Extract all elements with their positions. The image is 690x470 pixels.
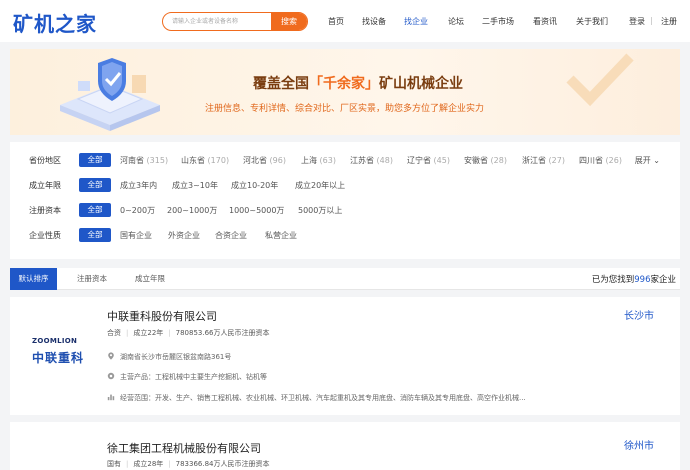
top-bar: 矿机之家 搜索 首页 找设备 找企业 论坛 二手市场 看资讯 关于我们 登录 |…: [0, 0, 690, 42]
filter-option[interactable]: 山东省 (170): [181, 155, 229, 166]
banner-title-pre: 覆盖全国: [253, 76, 309, 92]
sort-tabs: 默认排序 注册资本 成立年限 已为您找到996家企业: [10, 268, 680, 290]
search-button[interactable]: 搜索: [271, 13, 307, 30]
company-city: 徐州市: [624, 441, 654, 452]
filter-option[interactable]: 河北省 (96): [243, 155, 286, 166]
banner-subtitle: 注册信息、专利详情、综合对比、厂区实景，助您多方位了解企业实力: [205, 104, 485, 114]
company-card[interactable]: 徐工集团工程机械股份有限公司 徐州市 国有 | 成立28年 | 783366.84万人民…: [10, 422, 680, 470]
filter-option[interactable]: 上海 (63): [301, 155, 336, 166]
nav-home[interactable]: 首页: [328, 16, 344, 27]
nav-find-company[interactable]: 找企业: [404, 16, 428, 27]
company-name[interactable]: 徐工集团工程机械股份有限公司: [107, 440, 261, 456]
filter-option[interactable]: 成立3~10年: [172, 180, 218, 191]
filter-option[interactable]: 私营企业: [265, 230, 297, 241]
shield-illustration-icon: [60, 58, 160, 131]
register-link[interactable]: 注册: [661, 16, 677, 27]
filter-option[interactable]: 成立20年以上: [295, 180, 345, 191]
login-link[interactable]: 登录: [629, 16, 645, 27]
filter-option[interactable]: 安徽省 (28): [464, 155, 507, 166]
banner-title: 覆盖全国「千余家」矿山机械企业: [253, 73, 463, 93]
filter-option[interactable]: 200~1000万: [167, 205, 217, 216]
filter-label: 注册资本: [29, 206, 61, 215]
company-address: 湖南省长沙市岳麓区银盆南路361号: [107, 352, 231, 362]
site-logo[interactable]: 矿机之家: [13, 8, 97, 37]
company-products: 主营产品：工程机械中主要生产挖掘机、钻机等: [107, 372, 267, 382]
hero-banner: 覆盖全国「千余家」矿山机械企业 注册信息、专利详情、综合对比、厂区实景，助您多方…: [10, 49, 680, 135]
filter-row-years: 成立年限 全部 成立3年内 成立3~10年 成立10-20年 成立20年以上: [10, 177, 680, 193]
company-city: 长沙市: [624, 311, 654, 322]
filter-option[interactable]: 国有企业: [120, 230, 152, 241]
filter-option[interactable]: 辽宁省 (45): [407, 155, 450, 166]
tab-founded-years[interactable]: 成立年限: [128, 268, 172, 290]
result-count: 已为您找到996家企业: [591, 275, 676, 285]
nav-forum[interactable]: 论坛: [448, 16, 464, 27]
filter-option[interactable]: 成立3年内: [120, 180, 157, 191]
filter-label: 企业性质: [29, 231, 61, 240]
filter-all-button[interactable]: 全部: [79, 153, 111, 167]
company-scope: 经营范围：开发、生产、销售工程机械、农业机械、环卫机械、汽车起重机及其专用底盘、…: [107, 393, 526, 403]
filter-option[interactable]: 四川省 (26): [579, 155, 622, 166]
search-box: 搜索: [162, 12, 308, 31]
company-meta: 合资 | 成立22年 | 780853.66万人民币注册资本: [107, 329, 270, 337]
filter-option[interactable]: 河南省 (315): [120, 155, 168, 166]
company-name[interactable]: 中联重科股份有限公司: [107, 308, 217, 324]
filter-option[interactable]: 5000万以上: [298, 205, 342, 216]
filter-option[interactable]: 外资企业: [168, 230, 200, 241]
filter-panel: 省份地区 全部 河南省 (315) 山东省 (170) 河北省 (96) 上海 …: [10, 142, 680, 259]
company-card[interactable]: ZOOMLION 中联重科 中联重科股份有限公司 长沙市 合资 | 成立22年 | 78…: [10, 297, 680, 415]
tab-default-sort[interactable]: 默认排序: [10, 268, 57, 290]
nav-find-equipment[interactable]: 找设备: [362, 16, 386, 27]
banner-title-post: 矿山机械企业: [379, 76, 463, 92]
filter-label: 成立年限: [29, 181, 61, 190]
filter-option[interactable]: 合资企业: [215, 230, 247, 241]
location-pin-icon: [108, 352, 114, 360]
bar-chart-icon: [107, 394, 115, 401]
tab-registered-capital[interactable]: 注册资本: [70, 268, 114, 290]
filter-option[interactable]: 0~200万: [120, 205, 155, 216]
nav-about[interactable]: 关于我们: [576, 16, 608, 27]
filter-row-capital: 注册资本 全部 0~200万 200~1000万 1000~5000万 5000…: [10, 202, 680, 218]
nav-second-hand[interactable]: 二手市场: [482, 16, 514, 27]
banner-title-highlight: 「千余家」: [309, 76, 379, 92]
filter-option[interactable]: 成立10-20年: [231, 180, 278, 191]
filter-all-button[interactable]: 全部: [79, 228, 111, 242]
filter-option[interactable]: 浙江省 (27): [522, 155, 565, 166]
company-meta: 国有 | 成立28年 | 783366.84万人民币注册资本: [107, 460, 270, 468]
filter-label: 省份地区: [29, 156, 61, 165]
gear-icon: [107, 372, 115, 380]
decorative-tick-icon: [566, 53, 634, 107]
company-logo[interactable]: ZOOMLION 中联重科: [32, 337, 84, 366]
filter-all-button[interactable]: 全部: [79, 178, 111, 192]
filter-row-province: 省份地区 全部 河南省 (315) 山东省 (170) 河北省 (96) 上海 …: [10, 152, 680, 168]
filter-option[interactable]: 1000~5000万: [229, 205, 284, 216]
filter-option[interactable]: 江苏省 (48): [350, 155, 393, 166]
nav-news[interactable]: 看资讯: [533, 16, 557, 27]
expand-button[interactable]: 展开 ⌄: [635, 155, 660, 166]
filter-all-button[interactable]: 全部: [79, 203, 111, 217]
filter-row-nature: 企业性质 全部 国有企业 外资企业 合资企业 私营企业: [10, 227, 680, 243]
search-input[interactable]: [163, 13, 273, 30]
chevron-down-icon: ⌄: [653, 156, 660, 165]
company-logo-cn: 中联重科: [32, 351, 85, 365]
nav-separator: |: [650, 16, 653, 25]
company-logo-en: ZOOMLION: [32, 337, 78, 345]
